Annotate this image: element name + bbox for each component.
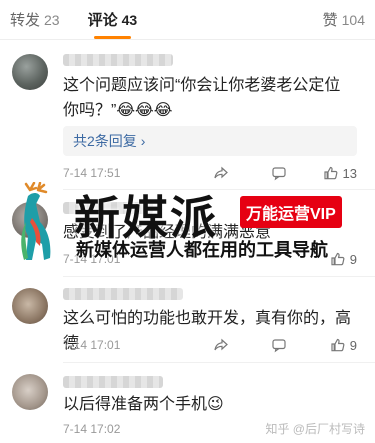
- comment-text: 这个问题应该问“你会让你老婆老公定位你吗？”😂😂😂: [63, 77, 341, 119]
- comment-text: 以后得准备两个手机😉: [63, 396, 224, 413]
- like-count: 9: [349, 251, 357, 267]
- comment-time: 7-14 17:51: [63, 166, 121, 180]
- comment-item: 感受到了产品经理的满满恶意 7-14 17:01 9: [0, 190, 375, 276]
- avatar[interactable]: [12, 54, 48, 90]
- view-replies-button[interactable]: 共2条回复 ›: [63, 126, 357, 156]
- like-button[interactable]: 9: [330, 337, 357, 353]
- like-count: 13: [342, 165, 357, 181]
- divider: [63, 362, 375, 363]
- username-blurred[interactable]: [63, 376, 163, 388]
- tab-repost-count: 23: [44, 12, 60, 28]
- chevron-right-icon: ›: [140, 133, 146, 149]
- comment-tabs: 转发 23 评论 43 赞 104: [0, 0, 375, 40]
- comment-meta: 7-14 17:01 9: [63, 338, 357, 356]
- avatar[interactable]: [12, 202, 48, 238]
- avatar[interactable]: [12, 374, 48, 410]
- comment-meta: 7-14 17:01 9: [63, 252, 357, 270]
- share-button[interactable]: [213, 337, 229, 353]
- comment-time: 7-14 17:01: [63, 338, 121, 352]
- tab-repost-label: 转发: [10, 12, 41, 29]
- avatar[interactable]: [12, 288, 48, 324]
- username-blurred[interactable]: [63, 202, 153, 214]
- tab-comment-label: 评论: [87, 12, 118, 29]
- comment-item: 这个问题应该问“你会让你老婆老公定位你吗？”😂😂😂 共2条回复 › 7-14 1…: [0, 40, 375, 188]
- reply-button[interactable]: [271, 337, 287, 353]
- replies-label: 共2条回复: [73, 133, 137, 149]
- source-watermark: 知乎 @后厂村写诗: [265, 422, 365, 436]
- share-icon: [214, 338, 228, 351]
- like-button[interactable]: 13: [323, 165, 357, 181]
- tab-comment-count: 43: [121, 12, 138, 28]
- like-button[interactable]: 9: [330, 251, 357, 267]
- tab-like-label: 赞: [322, 12, 338, 29]
- comment-time: 7-14 17:01: [63, 252, 121, 266]
- comment-time: 7-14 17:02: [63, 422, 121, 436]
- username-blurred[interactable]: [63, 288, 183, 300]
- comment-meta: 7-14 17:51 13: [63, 166, 357, 184]
- divider: [63, 276, 375, 277]
- comment-item: 这么可怕的功能也敢开发，真有你的，高德 7-14 17:01 9: [0, 278, 375, 366]
- username-blurred[interactable]: [63, 54, 173, 66]
- tab-comment[interactable]: 评论 43: [87, 9, 138, 39]
- thumbs-up-icon: [331, 338, 345, 352]
- thumbs-up-icon: [323, 166, 337, 180]
- like-count: 9: [349, 337, 357, 353]
- reply-button[interactable]: [271, 165, 287, 181]
- tab-like[interactable]: 赞 104: [323, 9, 365, 30]
- comment-text: 感受到了产品经理的满满恶意: [63, 224, 272, 241]
- comment-icon: [272, 167, 286, 181]
- share-button[interactable]: [213, 165, 229, 181]
- tab-repost[interactable]: 转发 23: [10, 9, 60, 30]
- tab-like-count: 104: [341, 12, 365, 28]
- share-icon: [214, 166, 228, 179]
- thumbs-up-icon: [331, 252, 345, 266]
- comment-icon: [272, 339, 286, 353]
